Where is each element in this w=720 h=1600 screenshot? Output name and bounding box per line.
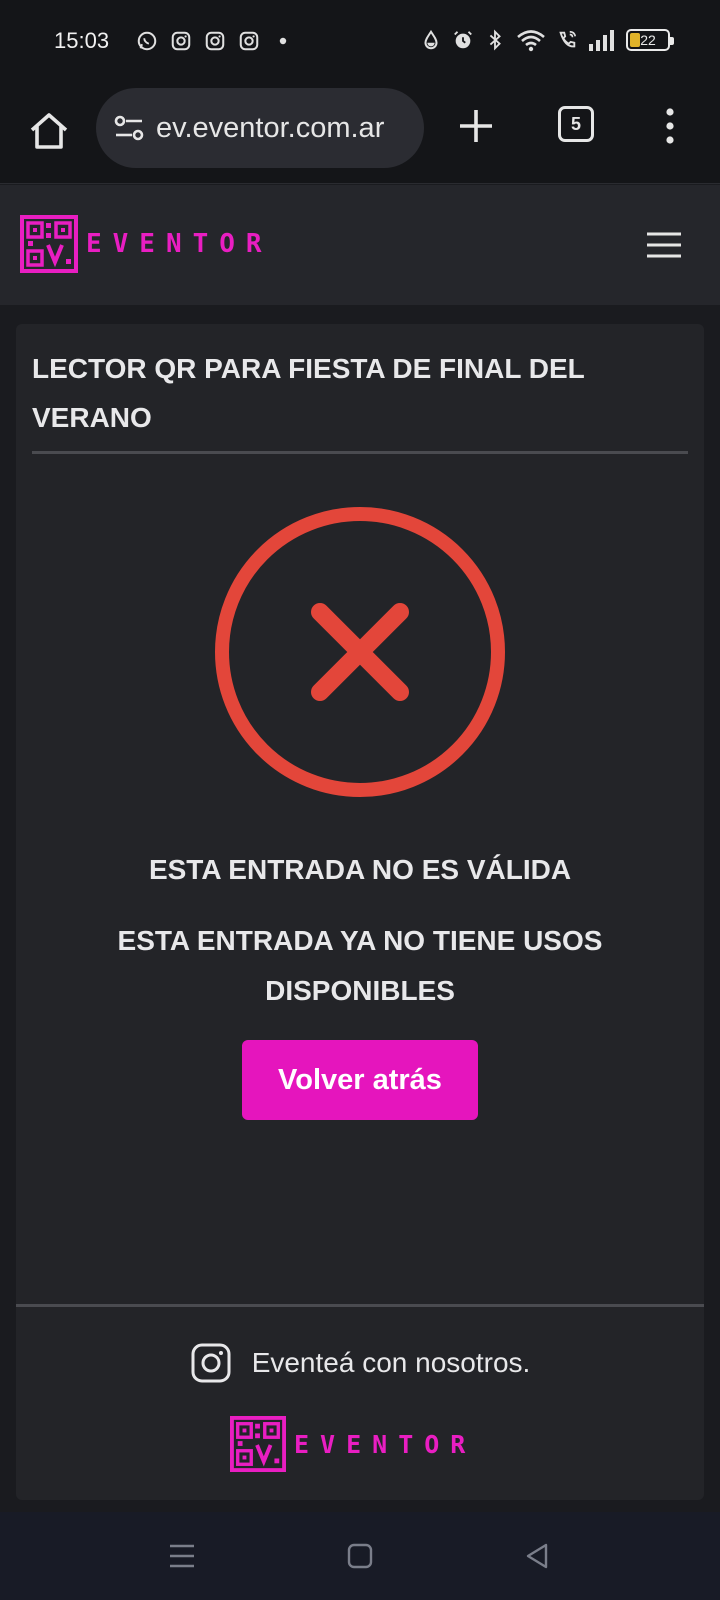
home-nav-icon[interactable]: [344, 1540, 376, 1572]
system-icons: 22: [420, 28, 674, 52]
status-bar: 15:03 22: [0, 0, 720, 84]
footer-logo: EVENTOR: [230, 1416, 476, 1472]
page-title: LECTOR QR PARA FIESTA DE FINAL DEL VERAN…: [32, 353, 585, 433]
footer-social-link[interactable]: Eventeá con nosotros.: [16, 1342, 704, 1384]
instagram-icon: [239, 31, 259, 51]
wifi-call-icon: [559, 30, 577, 48]
site-logo[interactable]: EVENTOR: [20, 215, 273, 273]
divider: [32, 451, 688, 454]
browser-toolbar: ev.eventor.com.ar 5: [0, 84, 720, 184]
whatsapp-icon: [137, 31, 157, 51]
system-navigation-bar: [0, 1512, 720, 1600]
battery-indicator: 22: [626, 29, 674, 51]
invalid-ticket-message: ESTA ENTRADA NO ES VÁLIDA: [148, 854, 572, 885]
footer-logo-text: EVENTOR: [294, 1429, 477, 1459]
back-button[interactable]: Volver atrás: [242, 1040, 478, 1120]
qr-reader-card: LECTOR QR PARA FIESTA DE FINAL DEL VERAN…: [16, 324, 704, 1500]
no-uses-message: ESTA ENTRADA YA NO TIENE USOS DISPONIBLE…: [117, 925, 603, 1006]
home-icon[interactable]: [26, 108, 72, 154]
water-drop-icon: [424, 29, 438, 50]
footer-social-text[interactable]: Eventeá con nosotros.: [252, 1347, 531, 1379]
instagram-icon: [205, 31, 225, 51]
url-text[interactable]: ev.eventor.com.ar: [156, 112, 384, 145]
alarm-icon: [454, 31, 472, 49]
hamburger-menu-icon[interactable]: [646, 231, 682, 259]
more-options-icon[interactable]: [660, 106, 680, 146]
instagram-icon[interactable]: [190, 1342, 232, 1384]
battery-level: 22: [640, 32, 656, 48]
bluetooth-icon: [489, 29, 501, 51]
qr-logo-icon: [20, 215, 78, 273]
address-bar[interactable]: ev.eventor.com.ar: [96, 88, 424, 168]
back-nav-icon[interactable]: [522, 1540, 554, 1572]
instagram-icon: [171, 31, 191, 51]
dot-icon: [279, 37, 287, 45]
tab-count: 5: [570, 113, 581, 134]
footer-divider: [16, 1304, 704, 1307]
signal-icon: [589, 30, 614, 51]
qr-logo-icon: [230, 1416, 286, 1472]
notification-icons: [136, 30, 294, 52]
wifi-icon: [517, 30, 545, 52]
status-time: 15:03: [54, 28, 110, 53]
site-settings-icon[interactable]: [112, 111, 146, 145]
recent-apps-icon[interactable]: [166, 1540, 198, 1572]
error-x-icon: [215, 507, 505, 797]
logo-text: EVENTOR: [86, 229, 273, 259]
tab-switcher-button[interactable]: 5: [558, 106, 594, 142]
new-tab-icon[interactable]: [456, 106, 496, 146]
site-header: EVENTOR: [0, 185, 720, 305]
